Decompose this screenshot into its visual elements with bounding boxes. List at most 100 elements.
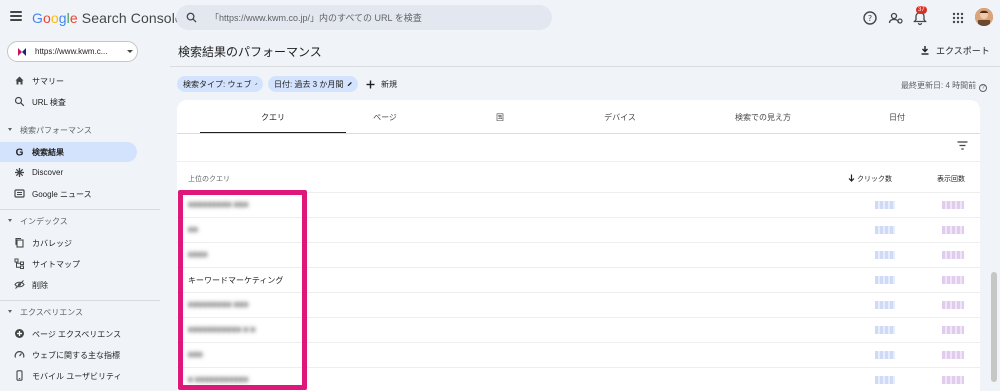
column-header-query: 上位のクエリ <box>188 176 230 183</box>
sidebar-item-summary[interactable]: サマリー <box>0 71 137 91</box>
sidebar-divider <box>0 209 160 210</box>
home-icon <box>15 76 24 85</box>
query-text: ■■■■■■■■■■■ ■ ■ <box>188 325 256 334</box>
property-selector[interactable]: https://www.kwm.c... <box>7 41 138 62</box>
query-text: ■■■ <box>188 350 203 359</box>
table-row[interactable]: ■ ■■■■■■■■■■■ <box>177 367 980 391</box>
clicks-value <box>875 301 895 309</box>
sidebar-item-url-inspection[interactable]: URL 検査 <box>0 92 137 112</box>
impressions-value <box>942 251 964 259</box>
avatar[interactable] <box>975 8 993 26</box>
product-name: Search Console <box>81 10 183 26</box>
caret-down-icon <box>8 310 12 313</box>
top-bar: Google Search Console ? 37 <box>0 0 1000 36</box>
svg-text:G: G <box>16 148 24 158</box>
column-header-clicks[interactable]: クリック数 <box>848 174 892 184</box>
download-icon <box>921 46 929 55</box>
pencil-icon <box>255 83 258 85</box>
sidebar-item-page-experience[interactable]: ページ エクスペリエンス <box>0 324 137 344</box>
notification-badge: 37 <box>916 6 927 14</box>
svg-text:?: ? <box>868 14 872 23</box>
table-row[interactable]: キーワードマーケティング <box>177 267 980 292</box>
impressions-value <box>942 326 964 334</box>
sidebar-item-core-web-vitals[interactable]: ウェブに関する主な指標 <box>0 345 137 365</box>
apps-grid-icon[interactable] <box>950 10 966 26</box>
sidebar-item-mobile-usability[interactable]: モバイル ユーザビリティ <box>0 366 137 386</box>
table-row[interactable]: ■■ <box>177 217 980 242</box>
impressions-value <box>942 226 964 234</box>
search-input[interactable] <box>210 10 530 25</box>
table-row[interactable]: ■■■■ <box>177 242 980 267</box>
speed-icon <box>14 351 25 358</box>
query-text: ■■■■■■■■■ ■■■ <box>188 200 249 209</box>
query-text: ■■ <box>188 225 198 234</box>
app-logo[interactable]: Google Search Console <box>32 10 183 26</box>
page-title: 検索結果のパフォーマンス <box>178 45 322 59</box>
clicks-value <box>875 226 895 234</box>
table-row[interactable]: ■■■■■■■■■ ■■■ <box>177 292 980 317</box>
clicks-value <box>875 376 895 384</box>
query-text: ■■■■■■■■■ ■■■ <box>188 300 249 309</box>
table-row[interactable]: ■■■■■■■■■ ■■■ <box>177 192 980 217</box>
help-icon[interactable]: ? <box>979 84 988 92</box>
url-inspection-search <box>176 5 552 30</box>
users-settings-icon[interactable] <box>888 10 904 26</box>
copy-icon <box>15 237 24 248</box>
query-text: ■■■■ <box>188 250 208 259</box>
clicks-value <box>875 326 895 334</box>
last-updated: 最終更新日: 4 時間前? <box>901 80 988 92</box>
query-text: ■ ■■■■■■■■■■■ <box>188 375 249 384</box>
section-performance[interactable]: 検索パフォーマンス <box>0 124 160 138</box>
clicks-value <box>875 251 895 259</box>
user-avatar-icon <box>975 8 993 26</box>
google-g-icon: G <box>16 148 24 158</box>
header-divider <box>170 66 1000 67</box>
sidebar-item-coverage[interactable]: カバレッジ <box>0 233 137 253</box>
search-icon <box>186 12 197 23</box>
caret-down-icon <box>8 219 12 222</box>
clicks-value <box>875 201 895 209</box>
impressions-value <box>942 201 964 209</box>
tab-devices[interactable]: デバイス <box>547 100 693 134</box>
tab-dates[interactable]: 日付 <box>824 100 970 134</box>
section-index[interactable]: インデックス <box>0 215 160 229</box>
results-card: クエリ ページ 国 デバイス 検索での見え方 日付 上位のクエリ クリック数 表… <box>177 100 980 391</box>
chevron-down-icon <box>127 50 133 53</box>
menu-icon[interactable] <box>10 11 22 21</box>
section-experience[interactable]: エクスペリエンス <box>0 306 160 320</box>
sidebar-item-sitemaps[interactable]: サイトマップ <box>0 254 137 274</box>
filter-chip-search-type[interactable]: 検索タイプ: ウェブ <box>177 76 263 92</box>
tab-search-appearance[interactable]: 検索での見え方 <box>690 100 836 134</box>
sidebar-item-discover[interactable]: Discover <box>0 163 137 183</box>
impressions-value <box>942 276 964 284</box>
clicks-value <box>875 276 895 284</box>
search-icon <box>14 96 25 107</box>
filter-rows-icon[interactable] <box>957 141 968 150</box>
sidebar-divider <box>0 300 160 301</box>
filter-divider <box>177 161 980 162</box>
eye-off-icon <box>14 280 25 289</box>
sidebar-item-search-results[interactable]: G 検索結果 <box>0 142 137 162</box>
add-filter-button[interactable]: 新規 <box>366 76 397 92</box>
arrow-down-icon <box>848 174 855 182</box>
impressions-value <box>942 301 964 309</box>
table-row[interactable]: ■■■■■■■■■■■ ■ ■ <box>177 317 980 342</box>
help-icon[interactable]: ? <box>862 10 878 26</box>
impressions-value <box>942 351 964 359</box>
column-header-impressions[interactable]: 表示回数 <box>937 174 965 184</box>
table-row[interactable]: ■■■ <box>177 342 980 367</box>
sitemap-icon <box>14 258 24 269</box>
query-text: キーワードマーケティング <box>188 276 284 285</box>
sidebar-item-google-news[interactable]: Google ニュース <box>0 184 137 204</box>
asterisk-icon <box>15 168 24 177</box>
phone-icon <box>16 370 23 381</box>
clicks-value <box>875 351 895 359</box>
news-icon <box>14 189 25 198</box>
caret-down-icon <box>8 128 12 131</box>
sidebar-item-removals[interactable]: 削除 <box>0 275 137 295</box>
filter-chip-date[interactable]: 日付: 過去 3 か月間 <box>268 76 358 92</box>
export-button[interactable]: エクスポート <box>920 43 990 57</box>
tab-divider <box>177 133 980 134</box>
scrollbar-thumb[interactable] <box>991 272 997 382</box>
property-favicon-icon <box>18 48 26 56</box>
